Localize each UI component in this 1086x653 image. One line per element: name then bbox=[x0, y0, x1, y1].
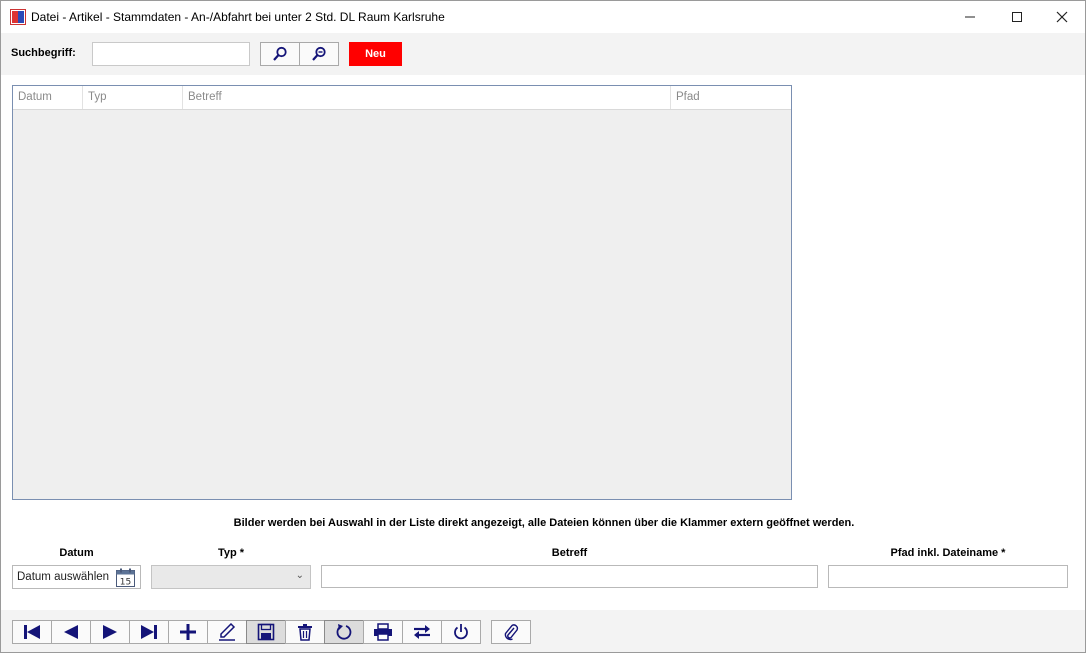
datum-label: Datum bbox=[59, 547, 94, 559]
search-icon bbox=[273, 46, 287, 61]
close-button[interactable] bbox=[1039, 1, 1085, 33]
delete-icon bbox=[298, 624, 312, 641]
record-toolbar bbox=[1, 610, 1085, 652]
date-picker[interactable]: Datum auswählen 15 bbox=[12, 565, 141, 589]
previous-record-button[interactable] bbox=[51, 620, 91, 644]
column-header-typ[interactable]: Typ bbox=[83, 86, 183, 109]
column-header-pfad[interactable]: Pfad bbox=[671, 86, 791, 109]
search-bar: Suchbegriff: Neu bbox=[1, 33, 1085, 75]
delete-record-button[interactable] bbox=[285, 620, 325, 644]
add-icon bbox=[180, 624, 196, 640]
undo-icon bbox=[336, 624, 352, 640]
power-icon bbox=[454, 624, 468, 640]
close-icon bbox=[1056, 11, 1068, 23]
previous-record-icon bbox=[64, 625, 78, 639]
last-record-icon bbox=[141, 625, 157, 639]
date-placeholder: Datum auswählen bbox=[17, 571, 110, 583]
maximize-button[interactable] bbox=[994, 1, 1040, 33]
column-header-betreff[interactable]: Betreff bbox=[183, 86, 671, 109]
minimize-icon bbox=[965, 16, 975, 18]
save-record-button[interactable] bbox=[246, 620, 286, 644]
last-record-button[interactable] bbox=[129, 620, 169, 644]
first-record-button[interactable] bbox=[12, 620, 52, 644]
edit-icon bbox=[219, 623, 236, 641]
add-record-button[interactable] bbox=[168, 620, 208, 644]
search-button[interactable] bbox=[260, 42, 300, 66]
info-text: Bilder werden bei Auswahl in der Liste d… bbox=[233, 517, 855, 529]
swap-button[interactable] bbox=[402, 620, 442, 644]
paperclip-icon bbox=[504, 624, 519, 641]
betreff-label: Betreff bbox=[551, 547, 588, 559]
edit-record-button[interactable] bbox=[207, 620, 247, 644]
search-label: Suchbegriff: bbox=[11, 47, 76, 59]
next-record-button[interactable] bbox=[90, 620, 130, 644]
window-title: Datei - Artikel - Stammdaten - An-/Abfah… bbox=[31, 10, 445, 24]
pfad-label: Pfad inkl. Dateiname * bbox=[890, 547, 1006, 559]
title-bar: Datei - Artikel - Stammdaten - An-/Abfah… bbox=[1, 1, 1085, 33]
new-button[interactable]: Neu bbox=[349, 42, 402, 66]
search-clear-button[interactable] bbox=[299, 42, 339, 66]
minimize-button[interactable] bbox=[947, 1, 993, 33]
rw-app-icon bbox=[10, 9, 26, 25]
edge-marks bbox=[1, 119, 3, 149]
app-window: Datei - Artikel - Stammdaten - An-/Abfah… bbox=[0, 0, 1086, 653]
typ-select[interactable]: ⌄ bbox=[151, 565, 311, 589]
betreff-field[interactable] bbox=[321, 565, 818, 588]
search-input[interactable] bbox=[92, 42, 250, 66]
power-button[interactable] bbox=[441, 620, 481, 644]
typ-label: Typ * bbox=[217, 547, 245, 559]
chevron-down-icon: ⌄ bbox=[295, 570, 304, 581]
swap-icon bbox=[414, 625, 430, 639]
calendar-icon[interactable]: 15 bbox=[116, 568, 135, 587]
maximize-icon bbox=[1012, 12, 1022, 22]
documents-grid[interactable]: Datum Typ Betreff Pfad bbox=[12, 85, 792, 500]
calendar-day: 15 bbox=[120, 578, 131, 588]
save-icon bbox=[257, 623, 275, 641]
attachment-button[interactable] bbox=[491, 620, 531, 644]
pfad-field[interactable] bbox=[828, 565, 1068, 588]
print-button[interactable] bbox=[363, 620, 403, 644]
search-clear-icon bbox=[312, 46, 326, 61]
column-header-datum[interactable]: Datum bbox=[13, 86, 83, 109]
undo-button[interactable] bbox=[324, 620, 364, 644]
first-record-icon bbox=[24, 625, 40, 639]
next-record-icon bbox=[103, 625, 117, 639]
print-icon bbox=[374, 623, 392, 641]
grid-header: Datum Typ Betreff Pfad bbox=[13, 86, 791, 110]
